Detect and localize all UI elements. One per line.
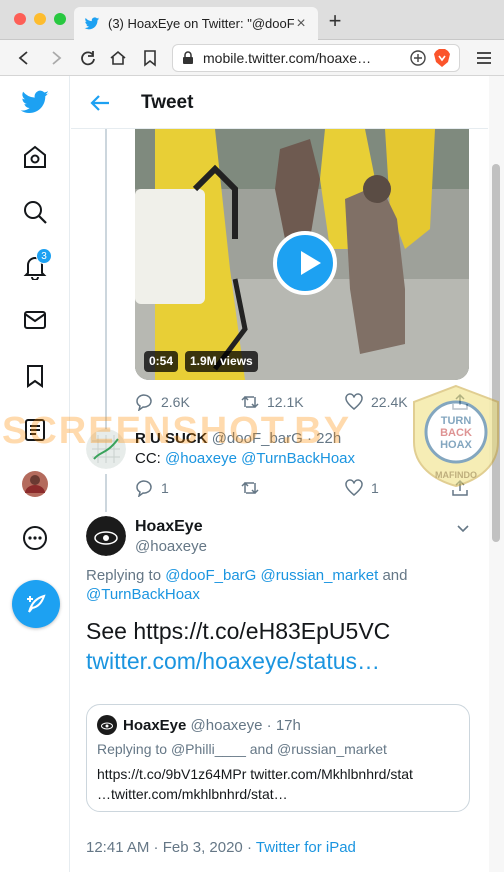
close-window-button[interactable]	[14, 13, 26, 25]
page-title: Tweet	[141, 92, 194, 113]
notification-badge: 3	[36, 248, 52, 264]
url-text: mobile.twitter.com/hoaxe…	[203, 50, 372, 66]
seal-line-2: BACK	[440, 427, 472, 439]
seal-bottom: MAFINDO	[435, 470, 477, 480]
like-icon	[345, 393, 363, 410]
quoted-replying-prefix: Replying to	[97, 741, 168, 757]
like-button[interactable]: 22.4K	[345, 392, 408, 412]
video-duration: 0:54	[144, 351, 179, 372]
like-button[interactable]: 1	[345, 478, 379, 498]
new-tab-button[interactable]: +	[324, 10, 346, 32]
compose-icon	[27, 594, 46, 613]
back-arrow-icon[interactable]	[89, 92, 111, 114]
reply-count: 2.6K	[161, 394, 190, 410]
address-bar[interactable]: mobile.twitter.com/hoaxe…	[172, 44, 460, 72]
quoted-author-name: HoaxEye	[123, 716, 187, 734]
quoted-time: · 17h	[266, 716, 301, 734]
tweet-author-handle[interactable]: @hoaxeye	[135, 538, 207, 555]
watermark: SCREENSHOT.BY	[2, 410, 352, 452]
browser-navbar: mobile.twitter.com/hoaxe…	[0, 40, 504, 76]
more-icon[interactable]	[20, 523, 50, 553]
zoom-window-button[interactable]	[54, 13, 66, 25]
quoted-text-line-2: …twitter.com/mkhlbnhrd/stat…	[97, 786, 288, 802]
play-button[interactable]	[273, 231, 337, 295]
retweet-count: 12.1K	[267, 394, 304, 410]
retweet-icon	[241, 481, 259, 495]
replying-to: Replying to @dooF_barG @russian_market a…	[86, 566, 466, 604]
reply-button[interactable]: 1	[135, 478, 169, 498]
tweet-meta: 12:41 AM · Feb 3, 2020 · Twitter for iPa…	[86, 839, 356, 856]
reply-button[interactable]: 2.6K	[135, 392, 190, 412]
add-bookmark-icon[interactable]	[409, 49, 427, 67]
twitter-favicon-icon	[84, 16, 100, 29]
browser-menu-icon[interactable]	[474, 48, 494, 68]
retweet-icon	[241, 395, 259, 409]
back-nav-icon[interactable]	[14, 48, 34, 68]
reply-icon	[136, 394, 152, 411]
replying-prefix: Replying to	[86, 567, 162, 584]
quoted-replying-mention-philli: @Philli____	[170, 741, 246, 757]
profile-avatar[interactable]	[20, 469, 50, 499]
quoted-author-line: HoaxEye @hoaxeye · 17h	[97, 715, 301, 735]
quoted-tweet[interactable]: HoaxEye @hoaxeye · 17h Replying to @Phil…	[86, 704, 470, 812]
thread-line	[105, 129, 107, 439]
like-icon	[345, 479, 363, 496]
twitter-logo-icon[interactable]	[20, 88, 50, 118]
seal-line-1: TURN	[441, 415, 472, 427]
tweet-timestamp[interactable]: 12:41 AM · Feb 3, 2020	[86, 839, 243, 856]
like-count: 1	[371, 480, 379, 496]
quoted-text-line-1: https://t.co/9bV1z64MPr twitter.com/Mkhl…	[97, 766, 413, 782]
quoted-author-avatar	[97, 715, 117, 735]
forward-nav-icon[interactable]	[46, 48, 66, 68]
tab-title: (3) HoaxEye on Twitter: "@dooF_b	[108, 16, 294, 31]
quoted-replying-and: and	[249, 741, 274, 757]
replying-and: and	[382, 567, 408, 584]
quoted-author-handle: @hoaxeye	[190, 716, 263, 734]
hoaxeye-avatar[interactable]	[86, 516, 126, 556]
compose-tweet-button[interactable]	[12, 580, 60, 628]
chevron-down-icon[interactable]	[455, 520, 471, 536]
tweet-body: See https://t.co/eH83EpU5VC twitter.com/…	[86, 616, 390, 676]
replying-mention-doof[interactable]: @dooF_barG	[165, 567, 256, 584]
turnbackhoax-seal: TURN BACK HOAX MAFINDO	[413, 384, 499, 488]
reload-icon[interactable]	[78, 48, 98, 68]
tweet-link[interactable]: twitter.com/hoaxeye/status…	[86, 646, 390, 676]
tweet-source[interactable]: Twitter for iPad	[256, 839, 356, 856]
browser-titlebar: (3) HoaxEye on Twitter: "@dooF_b × +	[0, 0, 504, 40]
lock-icon	[183, 51, 193, 64]
tweet-author-name[interactable]: HoaxEye	[135, 518, 203, 536]
tab-close-button[interactable]: ×	[294, 15, 308, 33]
seal-line-3: HOAX	[440, 439, 472, 451]
quoted-replying-to: Replying to @Philli____ and @russian_mar…	[97, 741, 387, 757]
messages-icon[interactable]	[20, 305, 50, 335]
bookmark-nav-icon[interactable]	[140, 48, 160, 68]
thread-line	[105, 474, 107, 512]
replying-mention-turnbackhoax[interactable]: @TurnBackHoax	[86, 586, 200, 603]
minimize-window-button[interactable]	[34, 13, 46, 25]
tweet-text: See https://t.co/eH83EpU5VC	[86, 618, 391, 644]
brave-shield-icon[interactable]	[433, 48, 451, 68]
replying-mention-russian-market[interactable]: @russian_market	[261, 567, 379, 584]
video-views: 1.9M views	[185, 351, 258, 372]
video-player[interactable]: 0:54 1.9M views	[135, 129, 469, 380]
reply-count: 1	[161, 480, 169, 496]
explore-icon[interactable]	[20, 197, 50, 227]
page-header: Tweet	[71, 76, 488, 129]
retweet-button[interactable]	[241, 478, 267, 498]
reply-icon	[136, 480, 152, 497]
bookmarks-icon[interactable]	[20, 361, 50, 391]
home-icon[interactable]	[20, 142, 50, 172]
twitter-sidebar: 3	[0, 76, 70, 872]
like-count: 22.4K	[371, 394, 408, 410]
home-nav-icon[interactable]	[108, 48, 128, 68]
retweet-button[interactable]: 12.1K	[241, 392, 304, 412]
browser-tab[interactable]: (3) HoaxEye on Twitter: "@dooF_b ×	[74, 7, 318, 40]
quoted-replying-mention-russian-market: @russian_market	[277, 741, 387, 757]
